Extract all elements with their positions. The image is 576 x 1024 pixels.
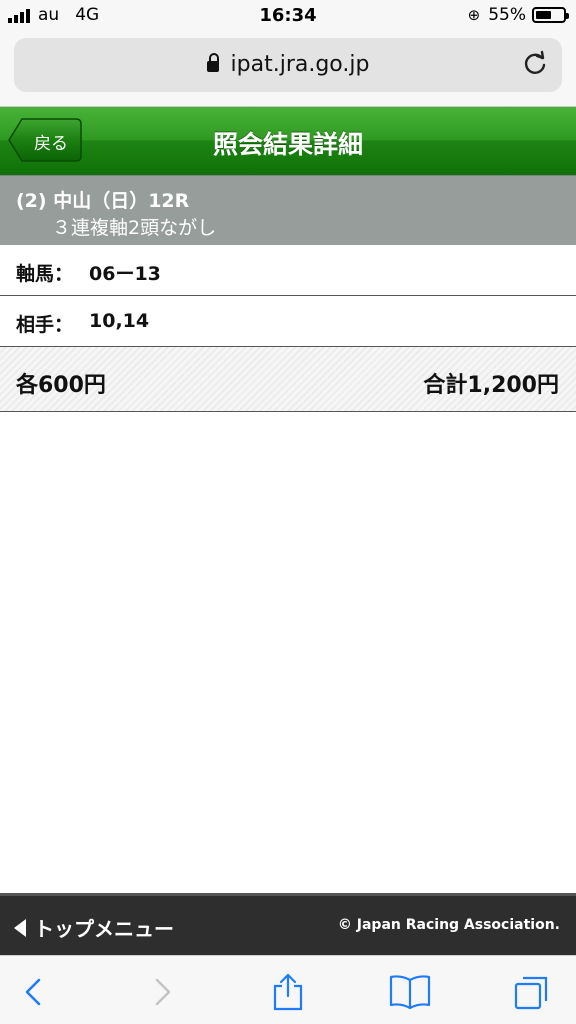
partner-value: 10,14 [89,310,150,332]
axis-horse-value: 06ー13 [89,263,161,285]
browser-toolbar [0,955,576,1024]
reload-icon[interactable] [522,50,548,76]
triangle-left-icon [14,918,26,937]
partner-label: 相手： [16,314,74,336]
axis-horse-label: 軸馬： [16,263,74,285]
address-bar[interactable]: ipat.jra.go.jp [14,38,562,92]
share-icon[interactable] [268,972,308,1012]
amount-total: 合計1,200円 [423,373,559,398]
status-bar: au 4G 16:34 ⊕ 55% [0,0,576,32]
battery-percent: 55% [488,5,526,25]
bet-type: ３連複軸2頭ながし [52,217,217,239]
partner-row: 相手： 10,14 [0,296,576,347]
race-info: (2) 中山（日）12R ３連複軸2頭ながし [0,175,576,246]
race-name: (2) 中山（日）12R [16,190,190,212]
battery-icon [532,7,569,23]
copyright-text: © Japan Racing Association. [337,917,560,933]
url-text: ipat.jra.go.jp [230,52,370,77]
bookmarks-icon[interactable] [389,972,431,1012]
status-right: ⊕ 55% [467,5,569,25]
page-header: 戻る 照会結果詳細 [0,107,576,175]
back-icon[interactable] [14,972,54,1012]
tabs-icon[interactable] [512,972,552,1012]
footer-bar: トップメニュー © Japan Racing Association. [0,893,576,955]
forward-icon[interactable] [142,972,182,1012]
amount-row: 各600円 合計1,200円 [0,347,576,412]
amount-each: 各600円 [16,373,106,398]
page-title: 照会結果詳細 [212,130,363,159]
top-menu-link[interactable]: トップメニュー [14,913,174,942]
rotation-lock-icon: ⊕ [467,6,481,24]
axis-horse-row: 軸馬： 06ー13 [0,245,576,296]
top-menu-label: トップメニュー [34,917,174,941]
padlock-icon [206,53,219,72]
address-bar-area: ipat.jra.go.jp [0,32,576,107]
url-display[interactable]: ipat.jra.go.jp [14,52,562,77]
